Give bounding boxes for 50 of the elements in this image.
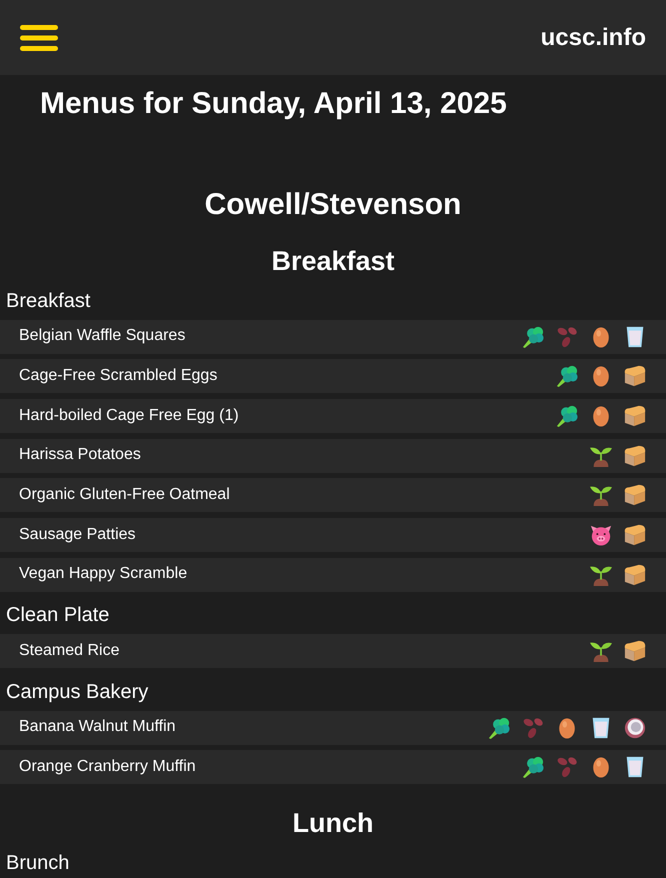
beans-icon — [522, 716, 544, 739]
seedling-icon — [590, 484, 612, 506]
egg-icon — [590, 404, 612, 427]
menu-item-name: Sausage Patties — [19, 526, 136, 544]
menu-button[interactable] — [20, 24, 58, 50]
dining-hall-heading: Cowell/Stevenson — [204, 188, 462, 222]
egg-icon — [556, 716, 578, 739]
bread-icon — [624, 365, 646, 388]
bread-icon — [624, 404, 646, 427]
beans-icon — [556, 756, 578, 778]
menu-item-name: Harissa Potatoes — [19, 446, 141, 465]
seedling-icon — [590, 444, 612, 467]
broccoli-icon — [522, 326, 544, 348]
menu-item-name: Cage-Free Scrambled Eggs — [19, 367, 218, 386]
page-title: Menus for Sunday, April 13, 2025 — [39, 87, 508, 122]
bread-icon — [624, 640, 646, 662]
menu-item-name: Organic Gluten-Free Oatmeal — [19, 486, 230, 504]
menu-item-name: Banana Walnut Muffin — [19, 718, 176, 737]
menu-item-name: Orange Cranberry Muffin — [19, 758, 196, 777]
menu-icon — [20, 24, 58, 50]
milk-glass-icon — [624, 326, 646, 348]
menu-item-name: Steamed Rice — [19, 642, 120, 660]
milk-glass-icon — [624, 756, 646, 778]
menu-item-name: Hard-boiled Cage Free Egg (1) — [19, 406, 239, 426]
menu-item-name: Belgian Waffle Squares — [19, 327, 186, 346]
milk-glass-icon — [590, 716, 612, 739]
broccoli-icon — [556, 404, 578, 427]
meal-heading: Lunch — [292, 808, 374, 840]
site-title-link[interactable]: ucsc.info — [540, 24, 646, 52]
category-heading: Brunch — [5, 852, 70, 875]
broccoli-icon — [522, 756, 544, 778]
meal-heading: Breakfast — [270, 246, 396, 278]
bread-icon — [624, 564, 646, 586]
coconut-icon — [624, 716, 646, 739]
menu-item-name: Vegan Happy Scramble — [19, 565, 188, 584]
bread-icon — [624, 484, 646, 506]
egg-icon — [590, 756, 612, 778]
category-heading: Breakfast — [5, 290, 92, 313]
seedling-icon — [590, 640, 612, 662]
bread-icon — [624, 444, 646, 467]
egg-icon — [590, 326, 612, 348]
broccoli-icon — [556, 365, 578, 388]
pig-icon — [590, 524, 612, 546]
category-heading: Clean Plate — [5, 604, 110, 628]
egg-icon — [590, 365, 612, 388]
beans-icon — [556, 326, 578, 348]
category-heading: Campus Bakery — [5, 680, 150, 704]
broccoli-icon — [488, 716, 510, 739]
bread-icon — [624, 524, 646, 546]
seedling-icon — [590, 564, 612, 586]
